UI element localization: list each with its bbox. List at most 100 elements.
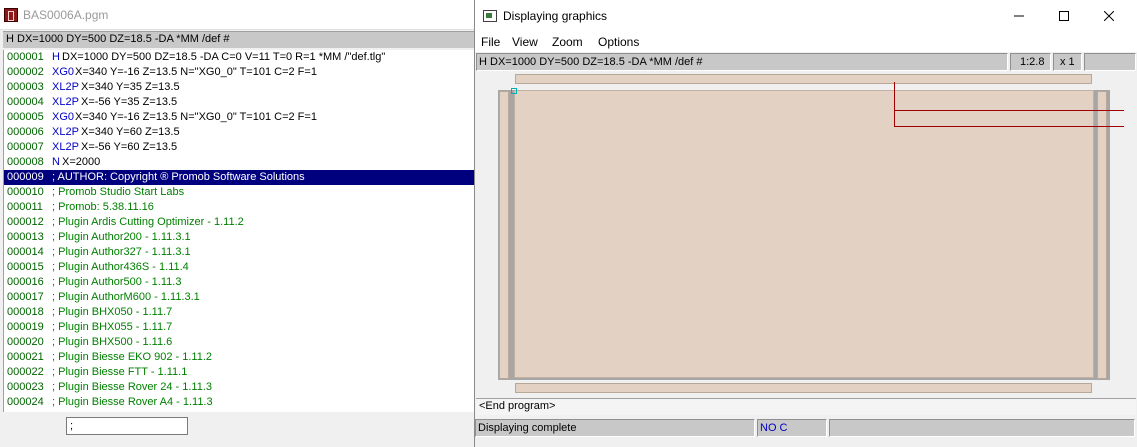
command-input[interactable]: ; (66, 417, 188, 435)
line-number: 000022 (7, 366, 44, 378)
line-comment: ; Promob: 5.38.11.16 (52, 201, 154, 213)
line-number: 000006 (7, 126, 44, 138)
line-number: 000011 (7, 201, 43, 213)
program-line[interactable]: 000004 XL2P X=-56 Y=35 Z=13.5 (4, 95, 474, 110)
program-line-selected[interactable]: 000009 ; AUTHOR: Copyright ® Promob Softw… (4, 170, 474, 185)
minimize-icon (1014, 15, 1024, 17)
line-comment: ; Promob Studio Start Labs (52, 186, 185, 198)
program-line[interactable]: 000003 XL2P X=340 Y=35 Z=13.5 (4, 80, 474, 95)
multiplier-readout: x 1 (1053, 53, 1082, 71)
menu-bar: File View Zoom Options (475, 32, 1137, 52)
graphics-title: Displaying graphics (503, 9, 608, 23)
end-program-line: <End program> (476, 398, 1136, 415)
program-listing[interactable]: 000001 H DX=1000 DY=500 DZ=18.5 -DA C=0 V=… (3, 50, 474, 412)
line-comment: ; Plugin Author200 - 1.11.3.1 (52, 231, 191, 243)
line-number: 000010 (7, 186, 44, 198)
line-number: 000005 (7, 111, 44, 123)
program-line[interactable]: 000016 ; Plugin Author500 - 1.11.3 (4, 275, 474, 290)
status-mode: NO C (757, 419, 827, 437)
line-number: 000001 (7, 51, 44, 63)
program-line[interactable]: 000007 XL2P X=-56 Y=60 Z=13.5 (4, 140, 474, 155)
line-comment: ; Plugin Author436S - 1.11.4 (52, 261, 189, 273)
maximize-icon (1059, 11, 1069, 21)
program-line[interactable]: 000011 ; Promob: 5.38.11.16 (4, 200, 474, 215)
line-command: N (52, 156, 60, 168)
program-line[interactable]: 000012 ; Plugin Ardis Cutting Optimizer -… (4, 215, 474, 230)
close-icon (1104, 11, 1114, 21)
program-line[interactable]: 000023 ; Plugin Biesse Rover 24 - 1.11.3 (4, 380, 474, 395)
line-number: 000023 (7, 381, 44, 393)
top-edge-band (515, 74, 1092, 84)
program-line[interactable]: 000008 N X=2000 (4, 155, 474, 170)
line-parameters: X=340 Y=60 Z=13.5 (81, 126, 180, 138)
program-line[interactable]: 000015 ; Plugin Author436S - 1.11.4 (4, 260, 474, 275)
program-line[interactable]: 000022 ; Plugin Biesse FTT - 1.11.1 (4, 365, 474, 380)
line-comment: ; Plugin Biesse Rover 24 - 1.11.3 (52, 381, 212, 393)
toolpath-line-2 (894, 126, 1124, 127)
line-comment: ; Plugin Author327 - 1.11.3.1 (52, 246, 191, 258)
line-number: 000016 (7, 276, 44, 288)
line-comment: ; Plugin BHX050 - 1.11.7 (52, 306, 173, 318)
program-line[interactable]: 000018 ; Plugin BHX050 - 1.11.7 (4, 305, 474, 320)
bottom-edge-band (515, 383, 1092, 393)
line-command: XL2P (52, 96, 79, 108)
menu-file[interactable]: File (481, 35, 500, 49)
program-line[interactable]: 000024 ; Plugin Biesse Rover A4 - 1.11.3 (4, 395, 474, 410)
status-bar: Displaying complete NO C (475, 418, 1137, 438)
line-number: 000017 (7, 291, 44, 303)
status-empty-cell (829, 419, 1135, 437)
line-parameters: X=340 Y=35 Z=13.5 (81, 81, 180, 93)
line-parameters: X=340 Y=-16 Z=13.5 N="XG0_0" T=101 C=2 F… (75, 66, 317, 78)
line-comment: ; Plugin Biesse Rover A4 - 1.11.3 (52, 396, 213, 408)
line-comment: ; Plugin Author500 - 1.11.3 (52, 276, 182, 288)
line-number: 000015 (7, 261, 44, 273)
program-line[interactable]: 000001 H DX=1000 DY=500 DZ=18.5 -DA C=0 V=… (4, 50, 474, 65)
line-number: 000008 (7, 156, 44, 168)
menu-zoom[interactable]: Zoom (552, 35, 583, 49)
toolpath-vertical (894, 82, 895, 126)
line-number: 000012 (7, 216, 44, 228)
program-line[interactable]: 000013 ; Plugin Author200 - 1.11.3.1 (4, 230, 474, 245)
header-empty-field (1084, 53, 1136, 71)
line-command: XL2P (52, 126, 79, 138)
menu-options[interactable]: Options (598, 35, 639, 49)
close-button[interactable] (1087, 0, 1132, 32)
program-header-line[interactable]: H DX=1000 DY=500 DZ=18.5 -DA *MM /def # (3, 31, 474, 48)
program-line[interactable]: 000020 ; Plugin BHX500 - 1.11.6 (4, 335, 474, 350)
graphics-header-line: H DX=1000 DY=500 DZ=18.5 -DA *MM /def # (476, 53, 1008, 71)
graphics-window-icon (483, 10, 497, 22)
editor-titlebar[interactable]: BAS0006A.pgm (0, 0, 474, 30)
line-number: 000002 (7, 66, 44, 78)
program-line[interactable]: 000006 XL2P X=340 Y=60 Z=13.5 (4, 125, 474, 140)
line-command: XL2P (52, 81, 79, 93)
graphics-titlebar[interactable]: Displaying graphics (475, 0, 1137, 32)
line-number: 000018 (7, 306, 44, 318)
line-parameters: X=-56 Y=35 Z=13.5 (81, 96, 178, 108)
program-line[interactable]: 000005 XG0 X=340 Y=-16 Z=13.5 N="XG0_0" T=… (4, 110, 474, 125)
program-line[interactable]: 000021 ; Plugin Biesse EKO 902 - 1.11.2 (4, 350, 474, 365)
line-command: XG0 (52, 111, 75, 123)
line-number: 000013 (7, 231, 44, 243)
menu-view[interactable]: View (512, 35, 538, 49)
line-number: 000024 (7, 396, 44, 408)
line-parameters: X=2000 (62, 156, 101, 168)
minimize-button[interactable] (997, 0, 1042, 32)
program-line[interactable]: 000017 ; Plugin AuthorM600 - 1.11.3.1 (4, 290, 474, 305)
line-comment: ; Plugin AuthorM600 - 1.11.3.1 (52, 291, 200, 303)
line-parameters: X=-56 Y=60 Z=13.5 (81, 141, 178, 153)
maximize-button[interactable] (1042, 0, 1087, 32)
program-line[interactable]: 000010 ; Promob Studio Start Labs (4, 185, 474, 200)
scale-readout: 1:2.8 (1010, 53, 1051, 71)
toolpath-line-1 (894, 110, 1124, 111)
program-line[interactable]: 000019 ; Plugin BHX055 - 1.11.7 (4, 320, 474, 335)
line-comment: ; AUTHOR: Copyright ® Promob Software So… (52, 171, 305, 183)
line-number: 000003 (7, 81, 44, 93)
program-line[interactable]: 000002 XG0 X=340 Y=-16 Z=13.5 N="XG0_0" T=… (4, 65, 474, 80)
workpiece-panel[interactable] (514, 90, 1094, 378)
program-file-icon (4, 8, 18, 22)
program-line[interactable]: 000014 ; Plugin Author327 - 1.11.3.1 (4, 245, 474, 260)
program-editor-window: BAS0006A.pgm H DX=1000 DY=500 DZ=18.5 -D… (0, 0, 474, 447)
graphics-window: Displaying graphics File View Zoom Optio… (474, 0, 1137, 447)
line-number: 000021 (7, 351, 44, 363)
drawing-canvas[interactable] (476, 72, 1136, 397)
